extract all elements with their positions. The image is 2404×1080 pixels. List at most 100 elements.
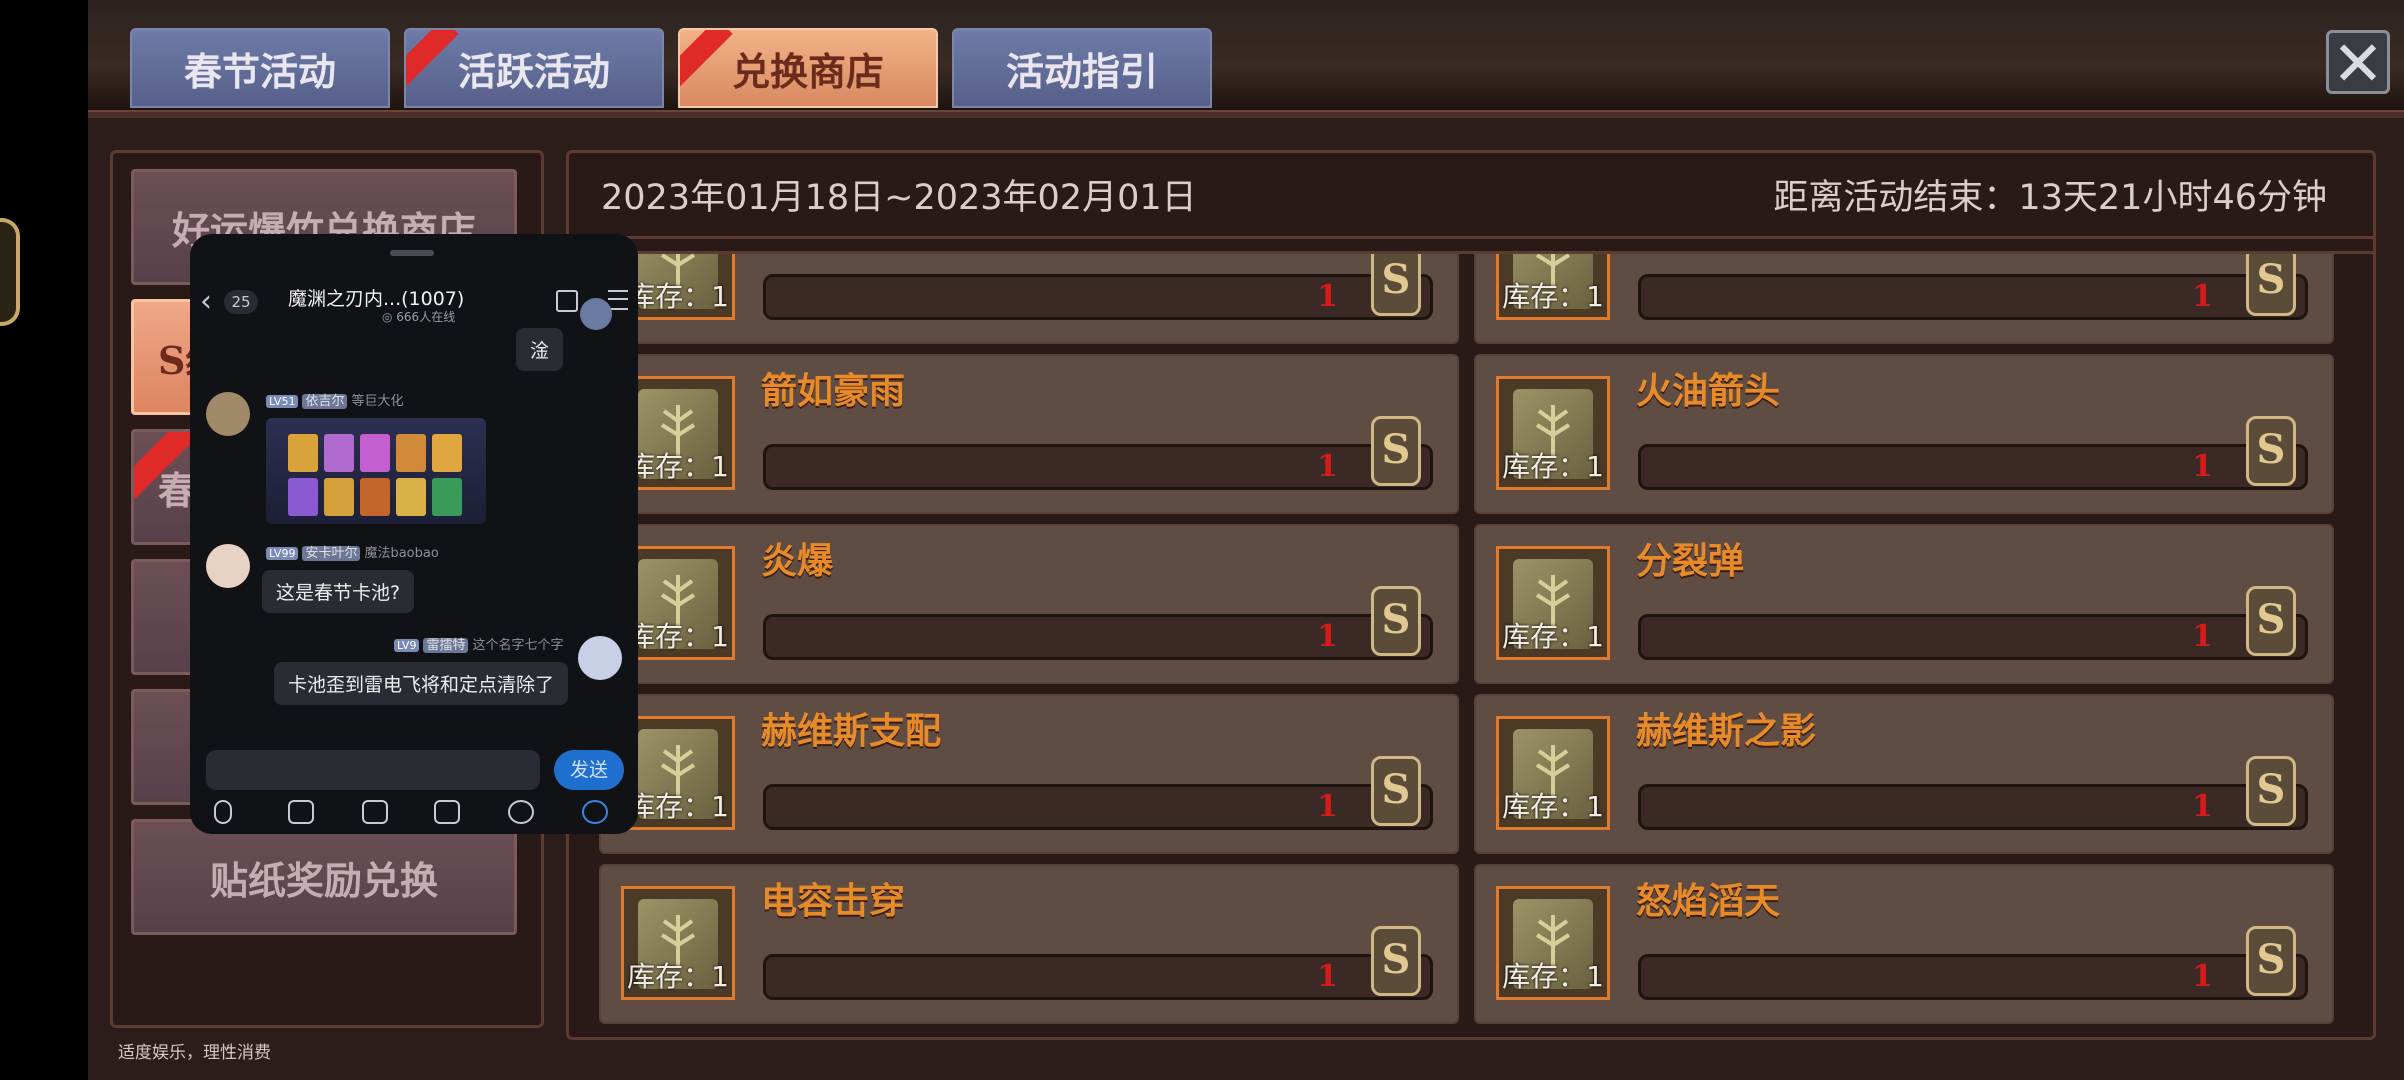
s-coin-icon[interactable]: S: [1371, 416, 1421, 486]
item-title: 赫维斯之影: [1636, 710, 1817, 752]
date-range: 2023年01月18日~2023年02月01日: [601, 178, 1197, 218]
item-card[interactable]: 库存：1: [621, 546, 735, 660]
item-card[interactable]: 库存：1: [1496, 376, 1610, 490]
price-value: 1: [2192, 959, 2213, 994]
tab-exchange-shop[interactable]: 兑换商店: [678, 28, 938, 108]
s-coin-icon[interactable]: S: [1371, 926, 1421, 996]
price-value: 1: [1317, 449, 1338, 484]
s-coin-icon[interactable]: S: [1371, 586, 1421, 656]
close-button[interactable]: ✕: [2326, 30, 2390, 95]
price-bar: 1: [1638, 444, 2308, 490]
avatar[interactable]: [206, 392, 250, 436]
back-icon[interactable]: ‹: [200, 284, 212, 319]
gift-icon[interactable]: [434, 800, 460, 824]
item-card[interactable]: 库存：1: [1496, 886, 1610, 1000]
calendar-icon[interactable]: [556, 290, 578, 312]
shop-item[interactable]: 库存：1 火油箭头 1 S: [1474, 354, 2334, 514]
level-badge: LV51: [266, 395, 299, 408]
emoji-icon[interactable]: [508, 800, 534, 824]
item-card[interactable]: 库存：1: [621, 886, 735, 1000]
avatar[interactable]: [206, 544, 250, 588]
price-value: 1: [2192, 789, 2213, 824]
stock-label: 库存：1: [627, 280, 729, 313]
tab-active-events[interactable]: 活跃活动: [404, 28, 664, 108]
shop-item[interactable]: 库存：1 箭如豪雨 1 S: [599, 354, 1459, 514]
tab-event-guide[interactable]: 活动指引: [952, 28, 1212, 108]
s-coin-icon[interactable]: S: [2246, 756, 2296, 826]
menu-icon[interactable]: [608, 290, 628, 310]
s-coin-icon[interactable]: S: [1371, 756, 1421, 826]
stock-label: 库存：1: [627, 620, 729, 653]
stock-label: 库存：1: [1502, 620, 1604, 653]
price-bar: 1: [763, 784, 1433, 830]
price-value: 1: [1317, 619, 1338, 654]
s-coin-icon[interactable]: S: [2246, 586, 2296, 656]
s-coin-icon[interactable]: S: [2246, 926, 2296, 996]
avatar[interactable]: [578, 636, 622, 680]
side-hex-icon[interactable]: [0, 218, 20, 326]
stock-label: 库存：1: [627, 450, 729, 483]
price-value: 1: [1317, 959, 1338, 994]
item-title: 箭如豪雨: [761, 370, 906, 412]
price-value: 1: [1317, 279, 1338, 314]
stock-label: 库存：1: [1502, 280, 1604, 313]
countdown-text: 距离活动结束：13天21小时46分钟: [1773, 178, 2327, 218]
online-count: ◎ 666人在线: [382, 310, 456, 324]
sender-name: 安卡叶尔: [302, 546, 361, 561]
microphone-icon[interactable]: [214, 800, 232, 824]
shop-item[interactable]: 库存：1 电容击穿 1 S: [599, 864, 1459, 1024]
item-title: 电容击穿: [761, 880, 906, 922]
item-card[interactable]: 库存：1: [621, 376, 735, 490]
shop-item[interactable]: 库存：1 炎爆 1 S: [599, 524, 1459, 684]
shop-item[interactable]: 库存：1 1 S: [599, 254, 1459, 344]
chat-overlay[interactable]: ‹ 25 魔渊之刃内...(1007) ◎ 666人在线 淦 LV51 依吉尔 等巨…: [190, 234, 638, 834]
price-bar: 1: [763, 274, 1433, 320]
new-ribbon-icon: [406, 30, 459, 88]
tab-label: 活跃活动: [457, 48, 610, 94]
item-title: 怒焰滔天: [1636, 880, 1781, 922]
chat-input[interactable]: [206, 750, 540, 790]
item-title: 分裂弹: [1636, 540, 1745, 582]
tab-spring-festival[interactable]: 春节活动: [130, 28, 390, 108]
s-coin-icon[interactable]: S: [1371, 254, 1421, 316]
camera-icon[interactable]: [362, 800, 388, 824]
item-card[interactable]: 库存：1: [1496, 546, 1610, 660]
stock-label: 库存：1: [1502, 450, 1604, 483]
unread-badge: 25: [224, 290, 258, 314]
tab-label: 春节活动: [183, 48, 336, 94]
sender-name: 雷擂特: [423, 638, 469, 653]
price-bar: 1: [1638, 614, 2308, 660]
s-coin-icon[interactable]: S: [2246, 416, 2296, 486]
level-badge: LV99: [266, 547, 299, 560]
price-bar: 1: [1638, 274, 2308, 320]
item-card[interactable]: 库存：1: [1496, 716, 1610, 830]
send-button[interactable]: 发送: [554, 750, 624, 790]
price-bar: 1: [763, 614, 1433, 660]
footer-note: 适度娱乐，理性消费: [118, 1043, 271, 1063]
stock-label: 库存：1: [627, 790, 729, 823]
item-card[interactable]: 库存：1: [621, 716, 735, 830]
shop-item[interactable]: 库存：1 怒焰滔天 1 S: [1474, 864, 2334, 1024]
sender-tag: 等巨大化: [351, 394, 404, 409]
shop-item[interactable]: 库存：1 赫维斯之影 1 S: [1474, 694, 2334, 854]
s-coin-icon[interactable]: S: [2246, 254, 2296, 316]
sidebar-item-sticker-exchange[interactable]: 贴纸奖励兑换: [131, 819, 517, 935]
item-grid[interactable]: 库存：1 1 S 库存：1 1 S 库存：1 箭如豪雨 1 S 库存：1 火油箭头 1 S 库存：1 炎爆 1 S…: [569, 251, 2373, 1040]
item-card[interactable]: 库存：1: [1496, 254, 1610, 320]
shop-item[interactable]: 库存：1 赫维斯支配 1 S: [599, 694, 1459, 854]
chat-message: 淦: [516, 328, 564, 371]
price-value: 1: [2192, 619, 2213, 654]
drag-handle[interactable]: [390, 250, 434, 256]
image-icon[interactable]: [288, 800, 314, 824]
close-panel-icon[interactable]: [582, 800, 608, 824]
shop-item[interactable]: 库存：1 分裂弹 1 S: [1474, 524, 2334, 684]
avatar[interactable]: [580, 298, 612, 330]
shop-item[interactable]: 库存：1 1 S: [1474, 254, 2334, 344]
item-card[interactable]: 库存：1: [621, 254, 735, 320]
sender-name: 依吉尔: [302, 394, 348, 409]
shared-image[interactable]: [266, 418, 486, 524]
item-title: 炎爆: [761, 540, 834, 582]
price-bar: 1: [1638, 954, 2308, 1000]
close-icon: ✕: [2332, 27, 2384, 100]
chat-message: 这是春节卡池?: [262, 570, 415, 613]
